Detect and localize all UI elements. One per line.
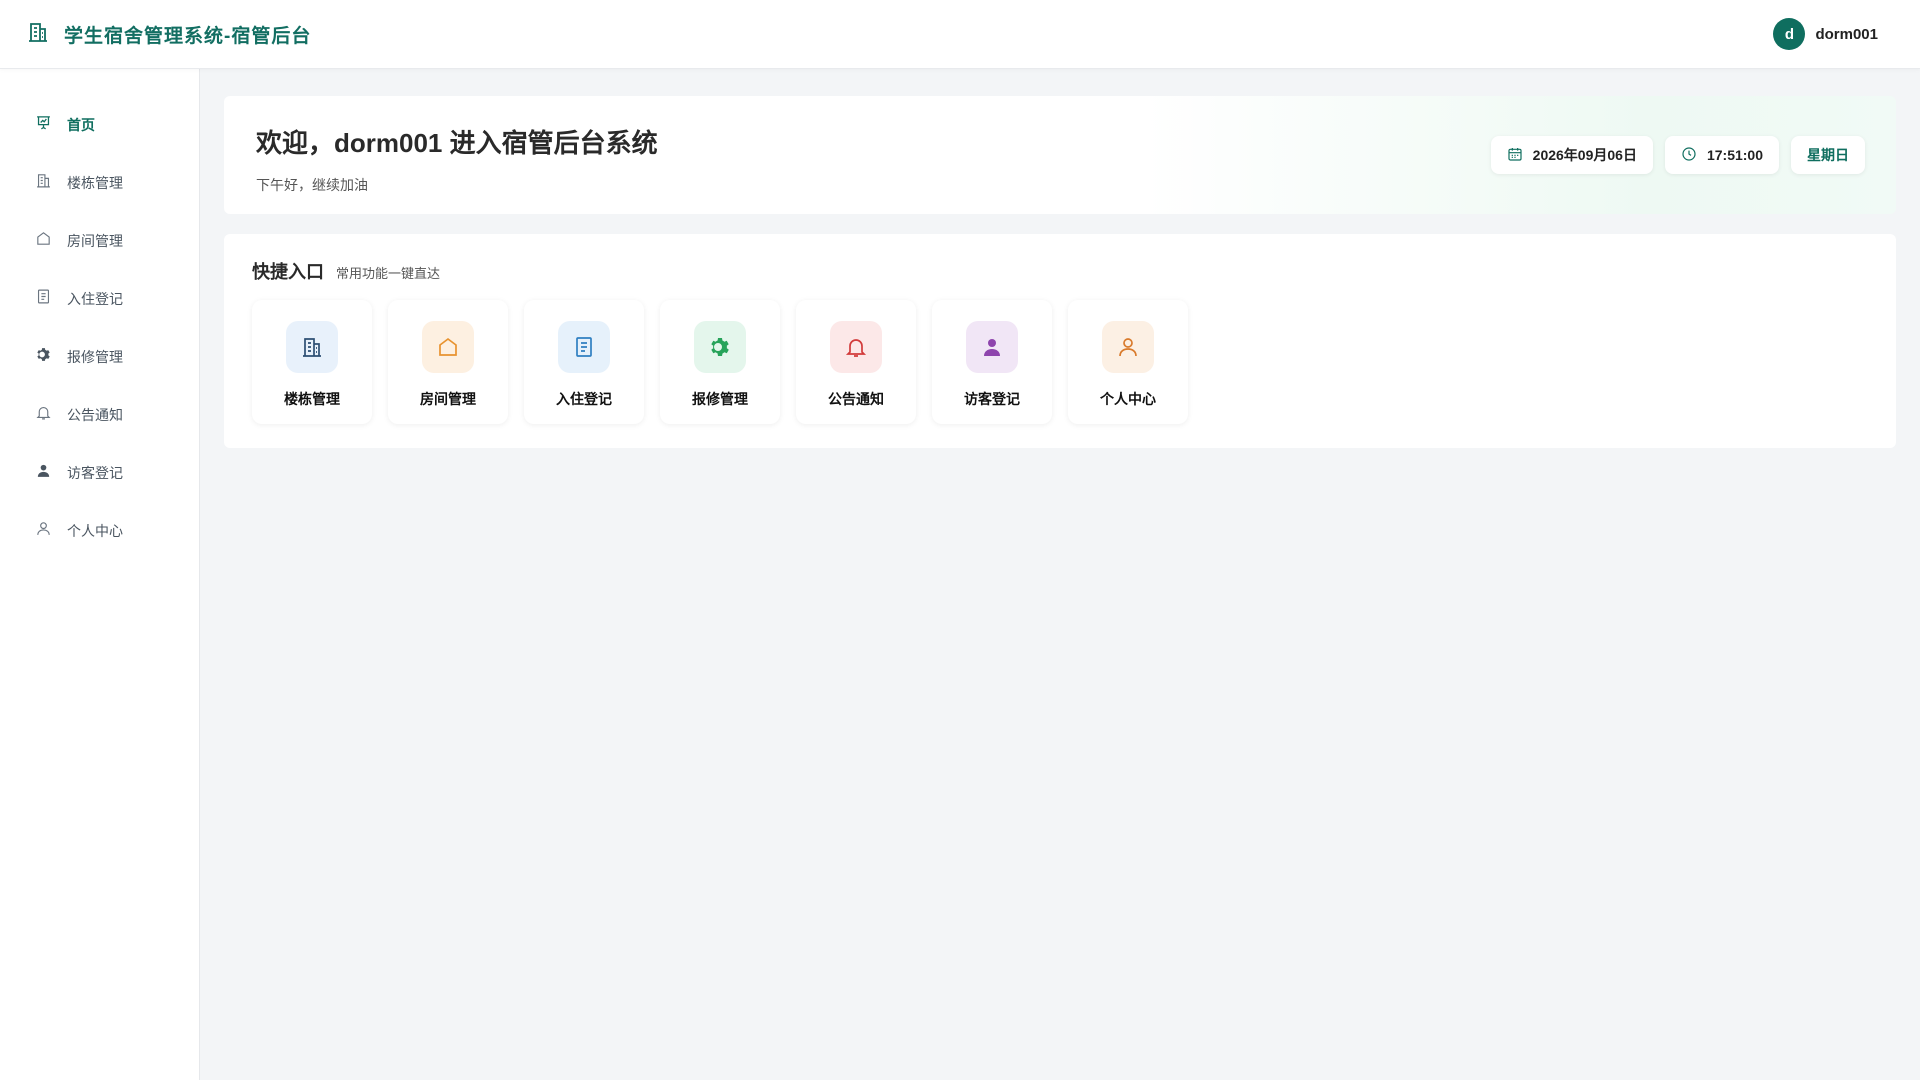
quick-access-cards: 楼栋管理 房间管理 入住登记 报修管理 公告通知 访客登记 个人中心 (252, 300, 1868, 424)
quick-card-label: 报修管理 (692, 391, 748, 407)
quick-card-label: 访客登记 (964, 391, 1020, 407)
quick-card-visitors[interactable]: 访客登记 (932, 300, 1052, 424)
user-outline-icon (1102, 321, 1154, 373)
home-chart-icon (35, 114, 52, 136)
sidebar-item-label: 个人中心 (67, 523, 123, 539)
house-icon (422, 321, 474, 373)
building-icon (35, 172, 52, 194)
sidebar-item-profile[interactable]: 个人中心 (0, 502, 199, 560)
calendar-icon (1507, 146, 1523, 165)
top-header: 学生宿舍管理系统-宿管后台 d dorm001 (0, 0, 1920, 69)
house-icon (35, 230, 52, 252)
quick-card-repairs[interactable]: 报修管理 (660, 300, 780, 424)
user-filled-icon (35, 462, 52, 484)
quick-card-label: 个人中心 (1100, 391, 1156, 407)
quick-card-label: 房间管理 (420, 391, 476, 407)
quick-card-rooms[interactable]: 房间管理 (388, 300, 508, 424)
app-title: 学生宿舍管理系统-宿管后台 (64, 25, 312, 47)
gear-icon (694, 321, 746, 373)
sidebar-item-label: 首页 (67, 117, 95, 133)
building-icon (26, 20, 50, 49)
quick-access-subtitle: 常用功能一键直达 (336, 266, 441, 281)
user-filled-icon (966, 321, 1018, 373)
bell-icon (35, 404, 52, 426)
quick-card-label: 楼栋管理 (284, 391, 340, 407)
sidebar-item-checkin[interactable]: 入住登记 (0, 270, 199, 328)
datetime-chips: 2026年09月06日 17:51:00 星期日 (1490, 136, 1865, 174)
sidebar-item-repairs[interactable]: 报修管理 (0, 328, 199, 386)
sidebar-item-rooms[interactable]: 房间管理 (0, 212, 199, 270)
document-icon (35, 288, 52, 310)
quick-access-panel: 快捷入口 常用功能一键直达 楼栋管理 房间管理 入住登记 报修管理 公告通知 访… (224, 234, 1896, 448)
document-icon (558, 321, 610, 373)
avatar[interactable]: d (1773, 18, 1806, 50)
welcome-banner: 欢迎，dorm001 进入宿管后台系统 下午好，继续加油 2026年09月06日… (224, 96, 1896, 214)
sidebar-item-label: 公告通知 (67, 407, 123, 423)
time-chip: 17:51:00 (1664, 136, 1779, 174)
quick-access-title: 快捷入口 (252, 262, 324, 282)
sidebar-item-label: 访客登记 (67, 465, 123, 481)
sidebar-item-home[interactable]: 首页 (0, 96, 199, 154)
time-text: 17:51:00 (1706, 147, 1763, 163)
quick-card-notices[interactable]: 公告通知 (796, 300, 916, 424)
bell-icon (830, 321, 882, 373)
sidebar: 首页 楼栋管理 房间管理 入住登记 报修管理 公告通知 访客登记 个人中心 (0, 69, 200, 1080)
sidebar-item-label: 入住登记 (67, 291, 123, 307)
sidebar-item-visitors[interactable]: 访客登记 (0, 444, 199, 502)
clock-icon (1681, 146, 1697, 165)
quick-card-buildings[interactable]: 楼栋管理 (252, 300, 372, 424)
building-icon (286, 321, 338, 373)
user-menu[interactable]: d dorm001 (1773, 18, 1878, 50)
user-outline-icon (35, 520, 52, 542)
welcome-subtitle: 下午好，继续加油 (256, 177, 368, 193)
sidebar-item-label: 楼栋管理 (67, 175, 123, 191)
username[interactable]: dorm001 (1815, 26, 1878, 43)
date-chip: 2026年09月06日 (1490, 136, 1653, 174)
main-content: 欢迎，dorm001 进入宿管后台系统 下午好，继续加油 2026年09月06日… (224, 96, 1896, 448)
sidebar-item-notices[interactable]: 公告通知 (0, 386, 199, 444)
quick-access-header: 快捷入口 常用功能一键直达 (252, 258, 1868, 284)
weekday-chip: 星期日 (1791, 136, 1865, 174)
quick-card-checkin[interactable]: 入住登记 (524, 300, 644, 424)
quick-card-label: 公告通知 (828, 391, 884, 407)
quick-card-profile[interactable]: 个人中心 (1068, 300, 1188, 424)
brand[interactable]: 学生宿舍管理系统-宿管后台 (26, 20, 311, 49)
quick-card-label: 入住登记 (556, 391, 612, 407)
sidebar-item-buildings[interactable]: 楼栋管理 (0, 154, 199, 212)
sidebar-item-label: 报修管理 (67, 349, 123, 365)
date-text: 2026年09月06日 (1532, 147, 1637, 163)
weekday-text: 星期日 (1807, 147, 1849, 163)
gear-icon (35, 346, 52, 368)
sidebar-item-label: 房间管理 (67, 233, 123, 249)
